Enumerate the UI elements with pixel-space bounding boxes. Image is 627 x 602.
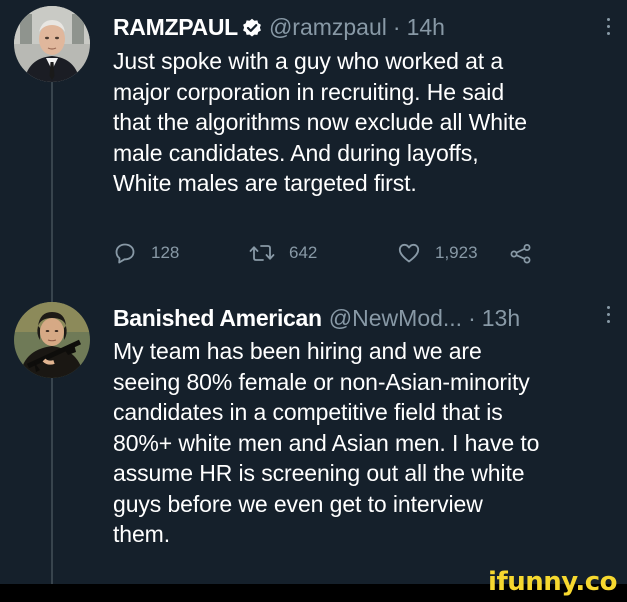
share-button[interactable] bbox=[509, 238, 533, 268]
like-button[interactable]: 1,923 bbox=[397, 238, 478, 268]
more-icon[interactable] bbox=[607, 306, 611, 323]
thread-connector-line bbox=[51, 78, 53, 306]
tweet-header: RAMZPAUL @ramzpaul · 14h bbox=[113, 10, 445, 44]
tweet-text-line: seeing 80% female or non-Asian-minority bbox=[113, 368, 530, 395]
thread-connector-line-lower bbox=[51, 372, 53, 584]
tweet-text-line: guys before we even get to interview bbox=[113, 490, 483, 517]
retweet-button[interactable]: 642 bbox=[249, 238, 317, 268]
tweet-text-line: major corporation in recruiting. He said bbox=[113, 78, 505, 105]
tweet-text-line: them. bbox=[113, 521, 171, 547]
avatar-image bbox=[14, 6, 90, 82]
timestamp[interactable]: 13h bbox=[482, 305, 520, 332]
verified-badge-icon bbox=[242, 17, 262, 37]
timestamp[interactable]: 14h bbox=[407, 14, 445, 41]
reply-count: 128 bbox=[151, 243, 180, 262]
tweet-text-line: White males are targeted first. bbox=[113, 170, 417, 196]
more-icon[interactable] bbox=[607, 18, 611, 35]
retweet-icon bbox=[249, 245, 275, 261]
reply-button[interactable]: 128 bbox=[113, 238, 179, 268]
tweet-text-line: that the algorithms now exclude all Whit… bbox=[113, 109, 527, 135]
separator-dot: · bbox=[392, 13, 401, 40]
tweet-text-line: candidates in a competitive field that i… bbox=[113, 399, 503, 425]
tweet-text: My team has been hiring and we are seein… bbox=[113, 336, 613, 550]
retweet-count: 642 bbox=[289, 243, 318, 262]
avatar[interactable] bbox=[14, 6, 90, 82]
author-handle[interactable]: @NewMod... bbox=[329, 305, 462, 332]
like-count: 1,923 bbox=[435, 243, 478, 262]
tweet-text-line: My team has been hiring and we are bbox=[113, 338, 482, 364]
separator-dot: · bbox=[468, 304, 476, 331]
heart-icon bbox=[398, 243, 420, 263]
author-handle[interactable]: @ramzpaul bbox=[269, 14, 387, 41]
author-name[interactable]: Banished American bbox=[113, 305, 322, 332]
tweet-text-line: 80%+ white men and Asian men. I have to bbox=[113, 429, 540, 456]
tweet-text-line: Just spoke with a guy who worked at a bbox=[113, 48, 504, 74]
reply-icon bbox=[115, 243, 135, 264]
tweet-text-line: assume HR is screening out all the white bbox=[113, 460, 525, 486]
avatar-image bbox=[14, 302, 90, 378]
ifunny-watermark: ifunny.co bbox=[488, 567, 617, 597]
tweet-actions: 128 642 1,923 bbox=[113, 238, 613, 268]
tweet-text: Just spoke with a guy who worked at a ma… bbox=[113, 46, 613, 199]
tweet-text-line: male candidates. And during layoffs, bbox=[113, 139, 479, 166]
tweet-header: Banished American @NewMod... · 13h bbox=[113, 301, 520, 335]
avatar[interactable] bbox=[14, 302, 90, 378]
share-icon bbox=[510, 244, 531, 264]
author-name[interactable]: RAMZPAUL bbox=[113, 14, 238, 41]
